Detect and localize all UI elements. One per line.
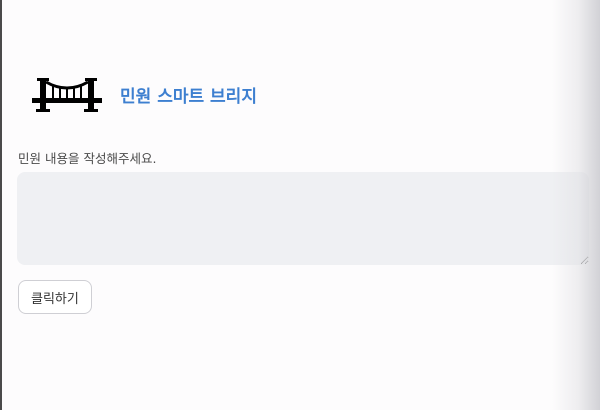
submit-button[interactable]: 클릭하기 — [18, 280, 92, 314]
complaint-textarea[interactable] — [17, 172, 589, 265]
complaint-prompt-label: 민원 내용을 작성해주세요. — [18, 151, 157, 166]
app-header: 민원 스마트 브리지 — [32, 76, 257, 112]
bridge-icon — [32, 78, 102, 112]
page-title: 민원 스마트 브리지 — [120, 86, 257, 107]
page: 민원 스마트 브리지 민원 내용을 작성해주세요. 클릭하기 — [0, 0, 600, 410]
